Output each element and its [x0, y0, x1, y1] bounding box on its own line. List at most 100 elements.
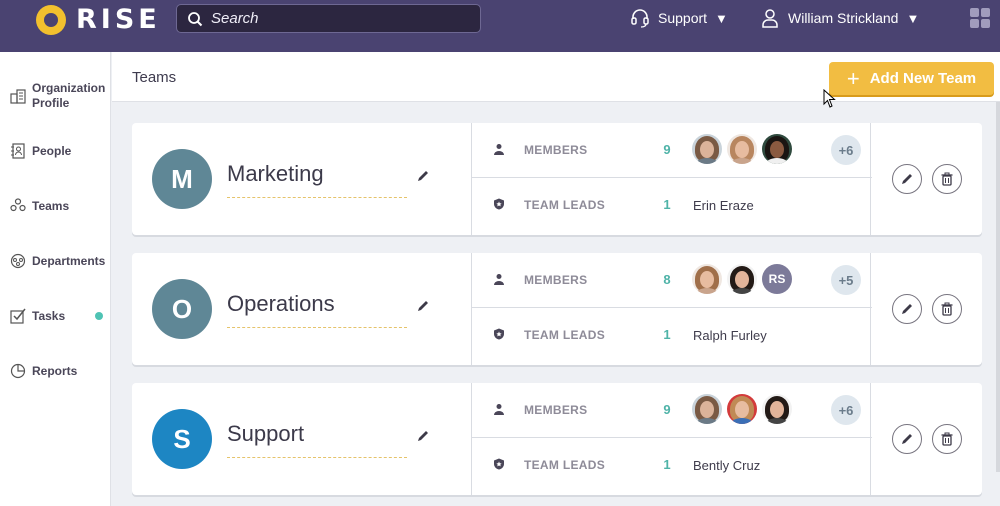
team-leads-count: 1 — [663, 197, 671, 212]
team-name[interactable]: Support — [227, 421, 407, 458]
team-details: MEMBERS 8 RS +5 TEAM LEADS 1 Ralph Furle… — [471, 253, 872, 365]
avatar[interactable] — [762, 394, 792, 424]
members-row: MEMBERS 9 +6 — [472, 123, 872, 178]
edit-team-button[interactable] — [892, 164, 922, 194]
avatar[interactable] — [762, 134, 792, 164]
team-name[interactable]: Marketing — [227, 161, 407, 198]
page-title: Teams — [132, 69, 177, 86]
add-new-team-label: Add New Team — [869, 70, 977, 87]
plus-icon: + — [846, 65, 860, 91]
avatar[interactable] — [727, 264, 757, 294]
team-lead-name[interactable]: Bently Cruz — [693, 458, 760, 473]
checkbox-icon — [10, 308, 26, 324]
search-icon — [188, 11, 203, 26]
search-input[interactable] — [211, 10, 471, 27]
member-avatars — [692, 134, 797, 164]
avatar[interactable] — [692, 264, 722, 294]
more-members-badge[interactable]: +5 — [831, 265, 861, 295]
sidebar-item-label: Departments — [32, 253, 106, 268]
user-name: William Strickland — [788, 10, 899, 26]
search-box[interactable] — [176, 4, 481, 33]
edit-team-button[interactable] — [892, 294, 922, 324]
members-label: MEMBERS — [524, 273, 588, 287]
team-details: MEMBERS 9 +6 TEAM LEADS 1 Bently Cruz — [471, 383, 872, 495]
team-avatar: O — [152, 279, 212, 339]
sidebar-item-people[interactable]: People — [10, 143, 110, 159]
team-card-operations: O Operations MEMBERS 8 RS +5 TEAM LEADS … — [132, 253, 982, 365]
pencil-icon — [902, 174, 912, 184]
logo-text: RISE — [76, 4, 161, 35]
support-label: Support — [658, 10, 708, 26]
shield-icon — [494, 328, 504, 340]
sidebar: Organization Profile People Teams Depart… — [0, 52, 111, 506]
member-avatars: RS — [692, 264, 797, 294]
add-new-team-button[interactable]: + Add New Team — [829, 62, 994, 95]
delete-team-button[interactable] — [932, 164, 962, 194]
more-members-badge[interactable]: +6 — [831, 135, 861, 165]
more-members-badge[interactable]: +6 — [831, 395, 861, 425]
logo-ring-icon — [36, 4, 66, 35]
member-icon — [494, 404, 504, 415]
user-menu[interactable]: William Strickland ▼ — [760, 8, 919, 28]
team-avatar: S — [152, 409, 212, 469]
member-icon — [494, 274, 504, 285]
chevron-down-icon: ▼ — [715, 10, 728, 26]
building-icon — [10, 89, 26, 104]
members-count: 8 — [663, 272, 671, 287]
members-count: 9 — [663, 402, 671, 417]
team-lead-name[interactable]: Ralph Furley — [693, 328, 767, 343]
shield-icon — [494, 458, 504, 470]
apps-grid-icon[interactable] — [970, 8, 990, 28]
edit-team-button[interactable] — [892, 424, 922, 454]
sidebar-item-teams[interactable]: Teams — [10, 198, 110, 214]
members-row: MEMBERS 9 +6 — [472, 383, 872, 438]
pencil-icon[interactable] — [416, 169, 430, 183]
team-leads-row: TEAM LEADS 1 Bently Cruz — [472, 438, 872, 493]
delete-team-button[interactable] — [932, 424, 962, 454]
teams-icon — [10, 198, 26, 212]
pencil-icon[interactable] — [416, 299, 430, 313]
top-bar: RISE Support ▼ William Strickland ▼ — [0, 0, 1000, 52]
page-header: Teams + Add New Team — [112, 52, 1000, 102]
team-leads-label: TEAM LEADS — [524, 458, 605, 472]
members-label: MEMBERS — [524, 143, 588, 157]
sidebar-item-departments[interactable]: Departments — [10, 253, 110, 269]
sidebar-item-reports[interactable]: Reports — [10, 363, 110, 379]
address-book-icon — [11, 143, 25, 159]
sidebar-item-tasks[interactable]: Tasks — [10, 308, 110, 324]
delete-team-button[interactable] — [932, 294, 962, 324]
pie-chart-icon — [10, 363, 26, 379]
headset-icon — [631, 9, 649, 28]
members-label: MEMBERS — [524, 403, 588, 417]
support-menu[interactable]: Support ▼ — [630, 8, 728, 28]
team-leads-count: 1 — [663, 327, 671, 342]
pencil-icon — [902, 434, 912, 444]
sidebar-item-label: Tasks — [32, 308, 66, 323]
team-lead-name[interactable]: Erin Eraze — [693, 198, 754, 213]
team-leads-label: TEAM LEADS — [524, 198, 605, 212]
scrollbar[interactable] — [996, 102, 1000, 472]
team-details: MEMBERS 9 +6 TEAM LEADS 1 Erin Eraze — [471, 123, 872, 235]
trash-icon — [941, 432, 953, 446]
avatar[interactable] — [727, 394, 757, 424]
pencil-icon — [902, 304, 912, 314]
member-icon — [494, 144, 504, 155]
avatar[interactable] — [692, 394, 722, 424]
members-row: MEMBERS 8 RS +5 — [472, 253, 872, 308]
trash-icon — [941, 172, 953, 186]
rise-logo[interactable]: RISE — [36, 4, 161, 35]
team-avatar: M — [152, 149, 212, 209]
sidebar-item-organization-profile[interactable]: Organization Profile — [10, 81, 110, 111]
avatar[interactable]: RS — [762, 264, 792, 294]
team-leads-count: 1 — [663, 457, 671, 472]
pencil-icon[interactable] — [416, 429, 430, 443]
user-icon — [762, 9, 778, 28]
team-name[interactable]: Operations — [227, 291, 407, 328]
departments-icon — [10, 253, 26, 269]
avatar[interactable] — [727, 134, 757, 164]
members-count: 9 — [663, 142, 671, 157]
member-avatars — [692, 394, 797, 424]
sidebar-item-label: People — [32, 143, 72, 158]
avatar[interactable] — [692, 134, 722, 164]
team-leads-row: TEAM LEADS 1 Ralph Furley — [472, 308, 872, 363]
